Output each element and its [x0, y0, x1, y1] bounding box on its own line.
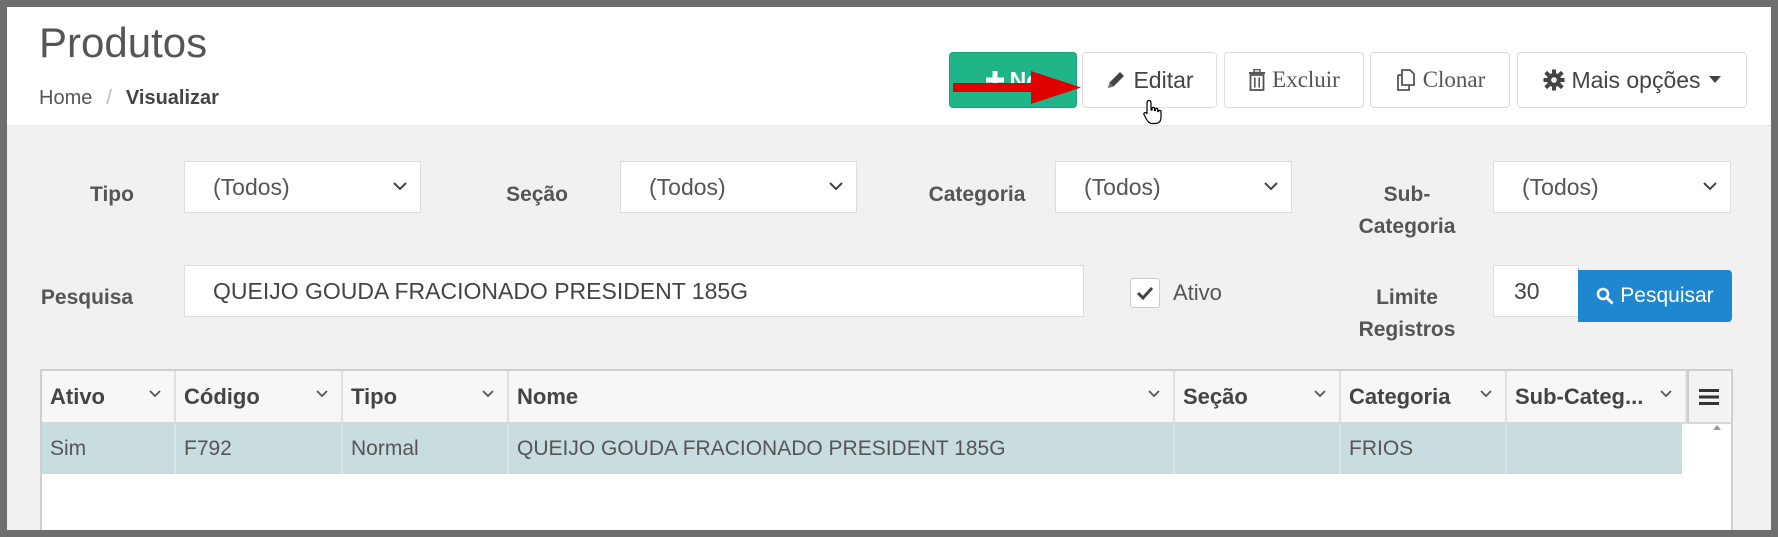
column-header-label: Seção: [1183, 383, 1248, 409]
cell-subcategoria: [1507, 424, 1682, 474]
clone-button[interactable]: Clonar: [1370, 52, 1510, 108]
more-options-label: Mais opções: [1571, 66, 1701, 93]
pesquisa-input[interactable]: QUEIJO GOUDA FRACIONADO PRESIDENT 185G: [184, 265, 1084, 317]
chevron-down-icon: [1703, 182, 1717, 191]
column-header-label: Ativo: [50, 383, 105, 409]
limite-label-line1: Limite: [1376, 286, 1438, 309]
chevron-down-icon[interactable]: [1147, 387, 1161, 401]
subcategoria-label-line2: Categoria: [1358, 215, 1456, 238]
cell-ativo: Sim: [42, 424, 176, 474]
page-header: Produtos Home / Visualizar No Editar Exclu…: [7, 7, 1771, 126]
page-title: Produtos: [39, 19, 208, 66]
trash-icon: [1248, 69, 1266, 91]
app-frame: Produtos Home / Visualizar No Editar Exclu…: [7, 7, 1771, 530]
limite-label: Limite Registros: [1337, 282, 1477, 346]
secao-label: Seção: [506, 183, 568, 206]
column-header-label: Tipo: [351, 383, 398, 409]
cell-secao: [1175, 424, 1341, 474]
cell-codigo: F792: [176, 424, 343, 474]
column-header-subcategoria[interactable]: Sub-Categ...: [1507, 371, 1687, 422]
grid-header: Ativo Código Tipo Nome Seção Categoria S…: [42, 371, 1731, 424]
secao-select-value: (Todos): [649, 173, 726, 200]
scroll-up-arrow[interactable]: [1713, 425, 1721, 430]
clone-button-label: Clonar: [1422, 67, 1486, 92]
tipo-select[interactable]: (Todos): [184, 161, 421, 213]
chevron-down-icon[interactable]: [1479, 387, 1493, 401]
categoria-label: Categoria: [928, 183, 1026, 206]
limite-label-line2: Registros: [1358, 318, 1456, 341]
pencil-icon: [1105, 69, 1127, 91]
search-icon: [1596, 287, 1614, 305]
column-header-categoria[interactable]: Categoria: [1341, 371, 1507, 422]
chevron-down-icon: [393, 182, 407, 191]
ativo-label: Ativo: [1173, 280, 1222, 305]
subcategoria-select-value: (Todos): [1522, 173, 1599, 200]
chevron-down-icon[interactable]: [1313, 387, 1327, 401]
table-row[interactable]: Sim F792 Normal QUEIJO GOUDA FRACIONADO …: [42, 424, 1682, 474]
subcategoria-label-line1: Sub-: [1383, 183, 1431, 206]
copy-icon: [1395, 69, 1417, 91]
search-button[interactable]: Pesquisar: [1578, 270, 1732, 322]
column-header-label: Código: [184, 383, 260, 409]
cell-categoria: FRIOS: [1341, 424, 1507, 474]
breadcrumb-current: Visualizar: [125, 87, 219, 109]
hamburger-menu-icon: [1699, 388, 1719, 405]
chevron-down-icon: [1264, 182, 1278, 191]
column-header-nome[interactable]: Nome: [509, 371, 1175, 422]
chevron-down-icon: [829, 182, 843, 191]
delete-button[interactable]: Excluir: [1224, 52, 1364, 108]
cell-nome: QUEIJO GOUDA FRACIONADO PRESIDENT 185G: [509, 424, 1175, 474]
caret-down-icon: [1708, 76, 1721, 84]
column-header-label: Categoria: [1349, 383, 1451, 409]
products-grid: Ativo Código Tipo Nome Seção Categoria S…: [40, 369, 1733, 530]
column-header-codigo[interactable]: Código: [176, 371, 343, 422]
edit-button-label: Editar: [1133, 66, 1194, 93]
ativo-checkbox[interactable]: [1130, 278, 1160, 308]
categoria-select[interactable]: (Todos): [1055, 161, 1292, 213]
search-button-label: Pesquisar: [1620, 284, 1714, 307]
breadcrumb-separator: /: [106, 87, 112, 109]
categoria-select-value: (Todos): [1084, 173, 1161, 200]
more-options-button[interactable]: Mais opções: [1517, 52, 1747, 108]
subcategoria-select[interactable]: (Todos): [1493, 161, 1731, 213]
column-header-ativo[interactable]: Ativo: [42, 371, 176, 422]
gear-icon: [1543, 69, 1565, 91]
column-header-tipo[interactable]: Tipo: [343, 371, 509, 422]
red-arrow-annotation: [953, 71, 1081, 104]
chevron-down-icon[interactable]: [148, 387, 162, 401]
column-header-secao[interactable]: Seção: [1175, 371, 1341, 422]
column-header-label: Sub-Categ...: [1515, 383, 1644, 409]
chevron-down-icon[interactable]: [315, 387, 329, 401]
chevron-down-icon[interactable]: [481, 387, 495, 401]
secao-select[interactable]: (Todos): [620, 161, 857, 213]
tipo-select-value: (Todos): [213, 173, 290, 200]
delete-button-label: Excluir: [1272, 67, 1340, 92]
limite-input[interactable]: 30: [1493, 265, 1579, 317]
breadcrumb-home[interactable]: Home: [39, 87, 92, 109]
tipo-label: Tipo: [90, 183, 134, 206]
column-menu-button[interactable]: [1687, 371, 1729, 422]
chevron-down-icon[interactable]: [1659, 387, 1673, 401]
column-header-label: Nome: [517, 383, 579, 409]
hand-cursor-icon: [1143, 99, 1162, 125]
pesquisa-label: Pesquisa: [40, 286, 134, 309]
checkmark-icon: [1136, 286, 1154, 301]
subcategoria-label: Sub- Categoria: [1337, 179, 1477, 243]
breadcrumb: Home / Visualizar: [39, 87, 219, 110]
cell-tipo: Normal: [343, 424, 509, 474]
